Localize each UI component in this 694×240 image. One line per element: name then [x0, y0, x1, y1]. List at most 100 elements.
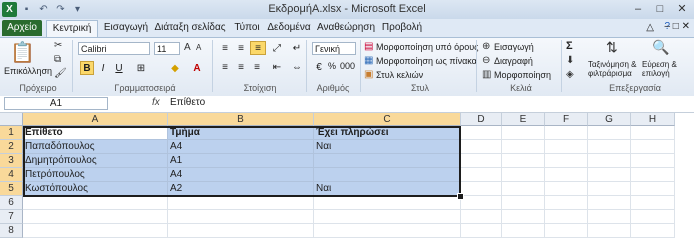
find-select-label-1[interactable]: Εύρεση &: [642, 60, 677, 69]
minimize-icon[interactable]: –: [630, 2, 646, 16]
cell-a8[interactable]: [23, 224, 168, 238]
cell-d3[interactable]: [461, 154, 502, 168]
cell-g1[interactable]: [588, 126, 631, 140]
cell-c5[interactable]: Ναι: [314, 182, 461, 196]
grow-font-icon[interactable]: A: [184, 42, 191, 53]
cell-c4[interactable]: [314, 168, 461, 182]
paste-button[interactable]: Επικόλληση: [4, 66, 52, 76]
copy-icon[interactable]: ⧉: [54, 54, 61, 65]
cell-h2[interactable]: [631, 140, 675, 154]
cell-c6[interactable]: [314, 196, 461, 210]
align-top-icon[interactable]: ≡: [218, 41, 232, 55]
cell-c7[interactable]: [314, 210, 461, 224]
number-format-combo[interactable]: Γενική: [312, 42, 356, 55]
font-size-combo[interactable]: 11: [154, 42, 180, 55]
cell-d1[interactable]: [461, 126, 502, 140]
cell-d2[interactable]: [461, 140, 502, 154]
cell-f2[interactable]: [545, 140, 588, 154]
cell-a4[interactable]: Πετρόπουλος: [23, 168, 168, 182]
cell-d6[interactable]: [461, 196, 502, 210]
cell-h5[interactable]: [631, 182, 675, 196]
cell-f1[interactable]: [545, 126, 588, 140]
tab-page-layout[interactable]: Διάταξη σελίδας: [152, 20, 228, 36]
column-header-d[interactable]: D: [461, 113, 502, 126]
currency-icon[interactable]: €: [312, 60, 326, 74]
align-left-icon[interactable]: ≡: [218, 60, 232, 74]
italic-button[interactable]: I: [96, 61, 110, 75]
underline-button[interactable]: U: [112, 61, 126, 75]
cell-g8[interactable]: [588, 224, 631, 238]
cell-g5[interactable]: [588, 182, 631, 196]
conditional-formatting-button[interactable]: Μορφοποίηση υπό όρους: [376, 42, 479, 52]
sort-filter-label-1[interactable]: Ταξινόμηση &: [588, 60, 636, 69]
merge-center-icon[interactable]: ⇔: [290, 60, 304, 74]
tab-file[interactable]: Αρχείο: [2, 20, 42, 36]
cell-a1[interactable]: Επίθετο: [23, 126, 168, 140]
format-cells-icon[interactable]: ▥: [482, 69, 491, 80]
cell-e6[interactable]: [502, 196, 545, 210]
wrap-text-icon[interactable]: ↵: [290, 41, 304, 55]
row-header-8[interactable]: 8: [0, 224, 23, 238]
cell-styles-icon[interactable]: ▣: [364, 69, 373, 80]
cell-d7[interactable]: [461, 210, 502, 224]
align-right-icon[interactable]: ≡: [250, 60, 264, 74]
cell-d8[interactable]: [461, 224, 502, 238]
fill-handle[interactable]: [457, 193, 464, 200]
cell-a7[interactable]: [23, 210, 168, 224]
sort-filter-icon[interactable]: ⇅: [606, 39, 618, 56]
indent-icon[interactable]: ⇤: [270, 60, 284, 74]
cell-e4[interactable]: [502, 168, 545, 182]
row-header-4[interactable]: 4: [0, 168, 23, 182]
cell-d5[interactable]: [461, 182, 502, 196]
cell-e3[interactable]: [502, 154, 545, 168]
cell-g3[interactable]: [588, 154, 631, 168]
cell-a2[interactable]: Παπαδόπουλος: [23, 140, 168, 154]
format-painter-icon[interactable]: 🖌: [54, 68, 67, 79]
cell-h7[interactable]: [631, 210, 675, 224]
find-select-icon[interactable]: 🔍: [652, 39, 669, 56]
cell-h8[interactable]: [631, 224, 675, 238]
cell-a6[interactable]: [23, 196, 168, 210]
percent-button[interactable]: %: [328, 61, 336, 71]
align-bottom-icon[interactable]: ≡: [250, 41, 266, 55]
cell-h4[interactable]: [631, 168, 675, 182]
column-header-g[interactable]: G: [588, 113, 631, 126]
cell-b8[interactable]: [168, 224, 314, 238]
cell-a3[interactable]: Δημητρόπουλος: [23, 154, 168, 168]
font-color-icon[interactable]: A: [190, 61, 204, 75]
insert-cells-icon[interactable]: ⊕: [482, 41, 490, 52]
cell-g2[interactable]: [588, 140, 631, 154]
formula-input[interactable]: Επίθετο: [170, 97, 205, 108]
cell-h6[interactable]: [631, 196, 675, 210]
font-name-combo[interactable]: Calibri: [78, 42, 150, 55]
format-as-table-button[interactable]: Μορφοποίηση ως πίνακα: [376, 56, 477, 66]
close-icon[interactable]: ✕: [674, 2, 690, 16]
restore-icon[interactable]: □: [652, 2, 668, 16]
column-header-a[interactable]: A: [23, 113, 168, 126]
ribbon-minimize-icon[interactable]: △: [646, 22, 654, 33]
cell-b7[interactable]: [168, 210, 314, 224]
tab-home[interactable]: Κεντρική: [46, 20, 98, 37]
fill-icon[interactable]: ⬇: [566, 55, 574, 66]
align-middle-icon[interactable]: ≡: [234, 41, 248, 55]
cell-b4[interactable]: Α4: [168, 168, 314, 182]
cell-g6[interactable]: [588, 196, 631, 210]
insert-cells-button[interactable]: Εισαγωγή: [494, 42, 534, 52]
row-header-7[interactable]: 7: [0, 210, 23, 224]
cell-h3[interactable]: [631, 154, 675, 168]
cell-b6[interactable]: [168, 196, 314, 210]
format-as-table-icon[interactable]: ▦: [364, 55, 373, 66]
cell-f3[interactable]: [545, 154, 588, 168]
tab-view[interactable]: Προβολή: [380, 20, 424, 36]
column-header-c[interactable]: C: [314, 113, 461, 126]
fill-color-icon[interactable]: ◆: [168, 61, 182, 75]
orientation-icon[interactable]: ⤢: [270, 41, 284, 55]
cell-b2[interactable]: Α4: [168, 140, 314, 154]
row-header-1[interactable]: 1: [0, 126, 23, 140]
cell-c2[interactable]: Ναι: [314, 140, 461, 154]
cell-e5[interactable]: [502, 182, 545, 196]
paste-icon[interactable]: 📋: [10, 40, 35, 65]
autosum-button[interactable]: Σ: [566, 40, 573, 52]
cell-f6[interactable]: [545, 196, 588, 210]
tab-data[interactable]: Δεδομένα: [266, 20, 312, 36]
